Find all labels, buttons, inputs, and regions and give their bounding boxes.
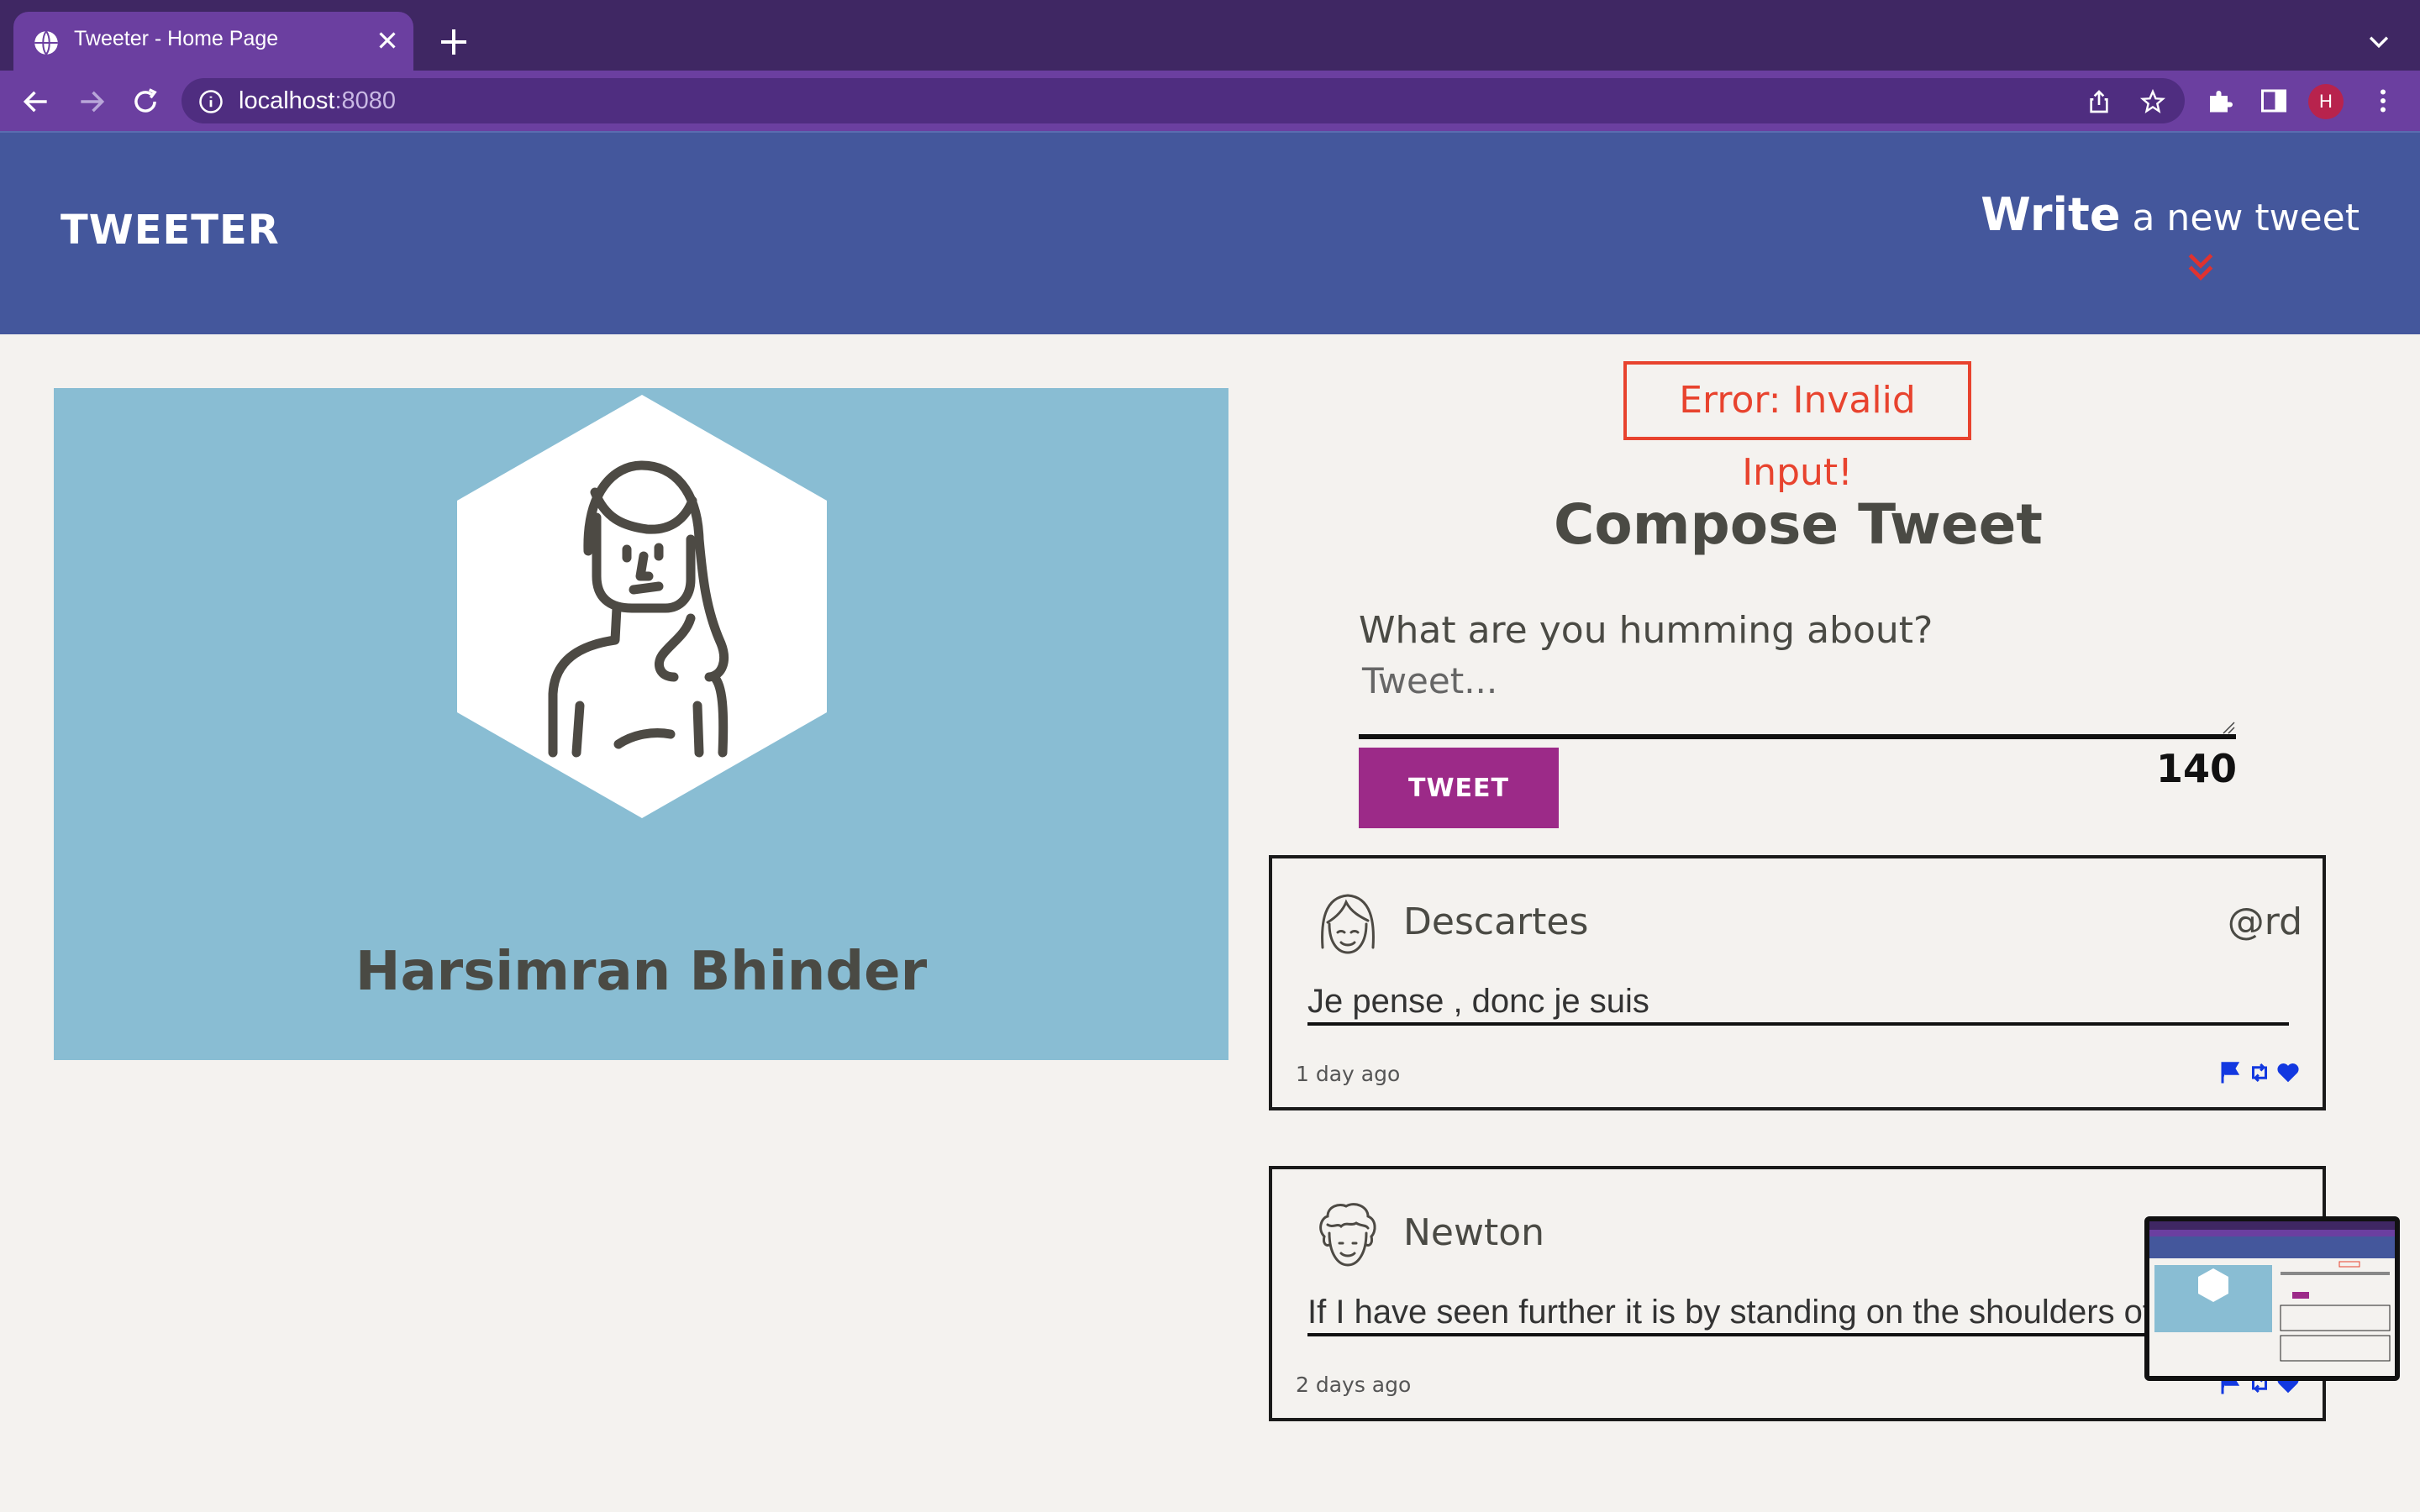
reload-icon[interactable]	[129, 86, 161, 118]
tweet-timestamp: 2 days ago	[1296, 1373, 1412, 1397]
brand-logo[interactable]: TWEETER	[60, 207, 280, 254]
tweet-text: Je pense , donc je suis	[1307, 983, 2289, 1026]
site-header: TWEETER Write a new tweet	[0, 131, 2420, 334]
character-counter: 140	[2155, 746, 2237, 791]
browser-tab[interactable]: Tweeter - Home Page	[13, 12, 413, 71]
profile-name: Harsimran Bhinder	[355, 941, 928, 1003]
profile-panel: Harsimran Bhinder	[54, 388, 1228, 1060]
close-icon[interactable]	[373, 26, 402, 55]
globe-icon	[34, 30, 58, 55]
forward-arrow-icon[interactable]	[76, 86, 108, 118]
browser-tab-bar: Tweeter - Home Page	[0, 0, 2420, 71]
profile-avatar-hexagon	[457, 395, 827, 818]
new-tab-plus-icon[interactable]	[437, 25, 471, 59]
error-message: Error: Invalid Input!	[1623, 361, 1971, 494]
tab-title: Tweeter - Home Page	[74, 27, 279, 50]
bookmark-star-icon[interactable]	[2139, 88, 2166, 115]
tweet-handle: @rd	[2227, 900, 2302, 943]
screenshot-thumbnail-image	[2149, 1221, 2395, 1362]
url-host: localhost	[239, 87, 335, 114]
tweet-timestamp: 1 day ago	[1296, 1062, 1401, 1086]
extensions-puzzle-icon[interactable]	[2205, 86, 2235, 116]
tweet-submit-button[interactable]: TWEET	[1359, 748, 1559, 828]
profile-avatar[interactable]: H	[2308, 84, 2344, 119]
write-new-tweet-link[interactable]: Write a new tweet	[1981, 188, 2360, 241]
compose-title: Compose Tweet	[1554, 492, 2043, 557]
address-bar[interactable]: localhost:8080	[182, 78, 2185, 123]
write-strong-text: Write	[1981, 188, 2121, 241]
double-chevron-down-icon[interactable]	[2185, 250, 2217, 284]
share-icon[interactable]	[2086, 88, 2112, 115]
browser-toolbar: localhost:8080 H	[0, 71, 2420, 131]
tweet-textarea[interactable]	[1359, 655, 2236, 739]
flag-icon[interactable]	[2218, 1060, 2244, 1085]
chevron-down-icon[interactable]	[2365, 27, 2393, 55]
url-port: :8080	[334, 87, 397, 114]
kebab-menu-icon[interactable]	[2368, 86, 2398, 116]
tweet-author: Descartes	[1403, 900, 1589, 943]
info-icon[interactable]	[198, 89, 224, 114]
author-avatar-icon	[1319, 1203, 1376, 1267]
write-rest-text: a new tweet	[2120, 197, 2360, 239]
tweet-card: Descartes @rd Je pense , donc je suis 1 …	[1269, 855, 2326, 1110]
back-arrow-icon[interactable]	[20, 86, 52, 118]
heart-icon[interactable]	[2275, 1060, 2301, 1085]
url-text: localhost:8080	[239, 87, 396, 115]
resize-grip-icon[interactable]	[2222, 721, 2235, 734]
retweet-icon[interactable]	[2247, 1060, 2272, 1085]
compose-prompt-label: What are you humming about?	[1359, 609, 1933, 652]
screenshot-thumbnail[interactable]	[2144, 1216, 2400, 1381]
author-avatar-icon	[1321, 894, 1375, 954]
side-panel-icon[interactable]	[2259, 86, 2289, 116]
tweet-author: Newton	[1403, 1211, 1545, 1254]
tweet-text: If I have seen further it is by standing…	[1307, 1294, 2289, 1336]
tweet-actions	[2218, 1060, 2302, 1087]
